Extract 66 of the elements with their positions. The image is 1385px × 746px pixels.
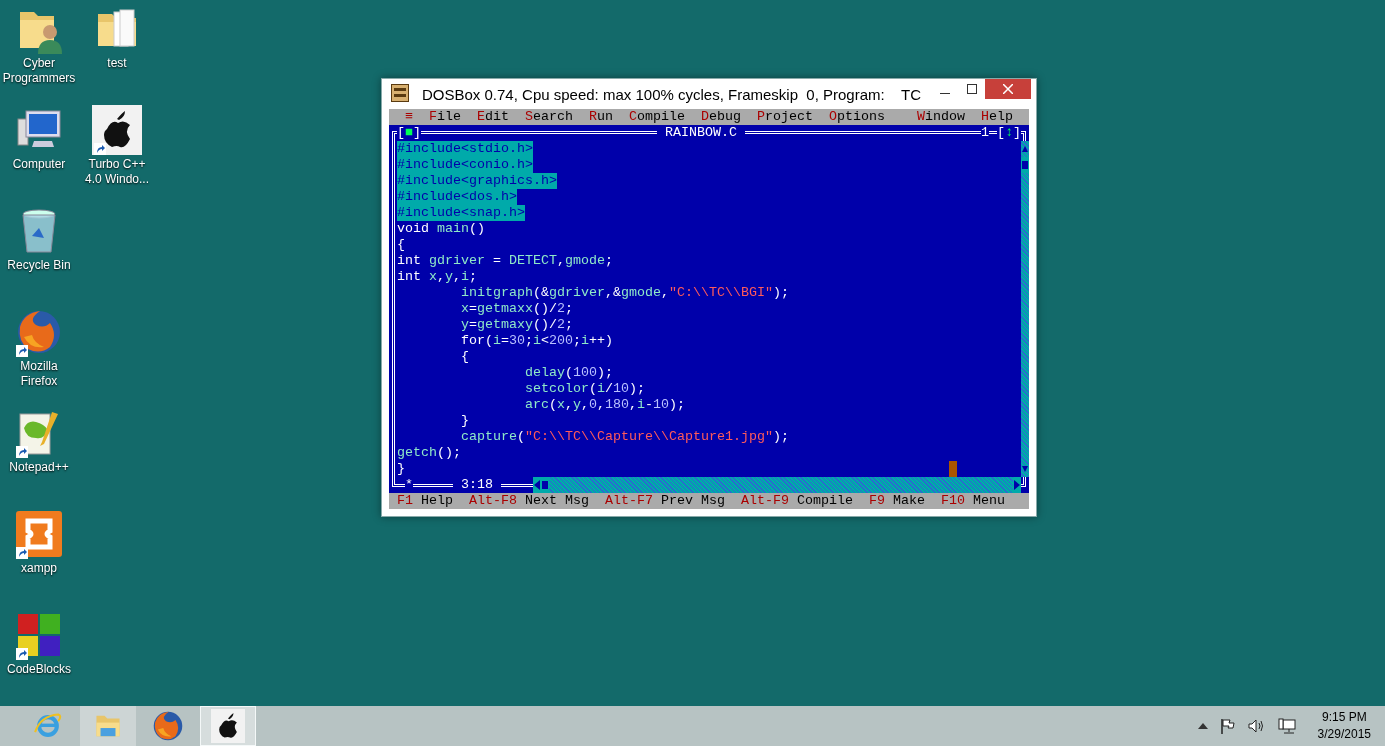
apple-icon <box>211 709 245 743</box>
desktop-icon-label[interactable]: Turbo C++ 4.0 Windo... <box>85 157 149 187</box>
flag-icon[interactable] <box>1219 718 1236 734</box>
code-line: y=getmaxy()/2; <box>461 317 573 333</box>
code-line: for(i=30;i<200;i++) <box>461 333 613 349</box>
taskbar-button[interactable] <box>200 706 256 746</box>
scroll-thumb[interactable] <box>1021 157 1029 173</box>
close-button[interactable] <box>985 79 1031 99</box>
desktop-icon-label[interactable]: xampp <box>21 561 57 576</box>
status-hint[interactable]: F1 Help <box>397 493 453 509</box>
minimize-icon <box>939 92 950 94</box>
menu-item[interactable]: Run <box>581 109 621 125</box>
maximize-icon <box>966 84 977 94</box>
desktop-icon-label[interactable]: Notepad++ <box>9 460 69 475</box>
code-line: x=getmaxx()/2; <box>461 301 573 317</box>
fox-globe-icon <box>151 709 185 743</box>
app-tile-icon <box>14 509 64 559</box>
menu-item[interactable]: Help <box>973 109 1021 125</box>
dosbox-icon <box>391 84 409 102</box>
apple-icon <box>92 105 142 155</box>
menu-item[interactable]: Window <box>909 109 973 125</box>
desktop-icon-label[interactable]: CodeBlocks <box>7 662 71 677</box>
code-line: arc(x,y,0,180,i-10); <box>525 397 685 413</box>
status-hint[interactable]: Alt-F9 Compile <box>740 493 853 509</box>
speaker-icon[interactable] <box>1247 718 1266 734</box>
mouse-cursor <box>949 461 957 477</box>
desktop-icon-label[interactable]: Computer <box>12 157 66 172</box>
menu-item[interactable]: Project <box>749 109 821 125</box>
desktop-icon-label[interactable]: Mozilla Firefox <box>20 359 58 389</box>
code-line: capture("C:\\TC\\Capture\\Capture1.jpg"); <box>461 429 789 445</box>
network-icon[interactable] <box>1277 717 1296 735</box>
code-line: delay(100); <box>525 365 613 381</box>
desktop-icon-label[interactable]: Recycle Bin <box>7 258 71 273</box>
scroll-right-icon[interactable] <box>1013 477 1021 493</box>
code-line: void main() <box>397 221 485 237</box>
menu-item[interactable]: Edit <box>469 109 517 125</box>
clock-date[interactable]: 3/29/2015 <box>1317 726 1371 743</box>
editor-close-button[interactable]: [■] <box>397 125 421 141</box>
status-hint[interactable]: F10 Menu <box>940 493 1005 509</box>
vertical-scrollbar[interactable] <box>1021 141 1029 477</box>
close-icon <box>1003 84 1013 94</box>
code-line: } <box>461 413 469 429</box>
code-line: setcolor(i/10); <box>525 381 645 397</box>
chevron-up-icon[interactable] <box>1197 723 1208 729</box>
code-line: getch(); <box>397 445 461 461</box>
scroll-left-icon[interactable] <box>533 477 549 493</box>
status-hint[interactable]: Alt-F7 Prev Msg <box>605 493 725 509</box>
zoom-button[interactable]: [↕] <box>997 125 1021 141</box>
status-hint[interactable]: Alt-F8 Next Msg <box>469 493 589 509</box>
code-line: initgraph(&gdriver,&gmode,"C:\\TC\\BGI"); <box>461 285 789 301</box>
menu-item[interactable]: Debug <box>693 109 749 125</box>
code-line: int gdriver = DETECT,gmode; <box>397 253 613 269</box>
status-hint[interactable]: F9 Make <box>868 493 925 509</box>
menu-item[interactable]: File <box>421 109 469 125</box>
menu-item[interactable]: Compile <box>621 109 693 125</box>
menu-item[interactable]: Search <box>517 109 581 125</box>
code-line: { <box>397 237 405 253</box>
code-line: int x,y,i; <box>397 269 477 285</box>
desktop-icon-label[interactable]: test <box>107 56 127 71</box>
window-title: DOSBox 0.74, Cpu speed: max 100% cycles, Frameskip 0, Program: TC <box>422 85 922 105</box>
code-line: } <box>397 461 405 477</box>
menu-item[interactable]: Options <box>821 109 893 125</box>
horizontal-scrollbar[interactable] <box>533 477 1021 493</box>
clock-time[interactable]: 9:15 PM <box>1317 709 1371 726</box>
code-line: { <box>461 349 469 365</box>
desktop-icon-label[interactable]: Cyber Programmers <box>2 56 76 86</box>
